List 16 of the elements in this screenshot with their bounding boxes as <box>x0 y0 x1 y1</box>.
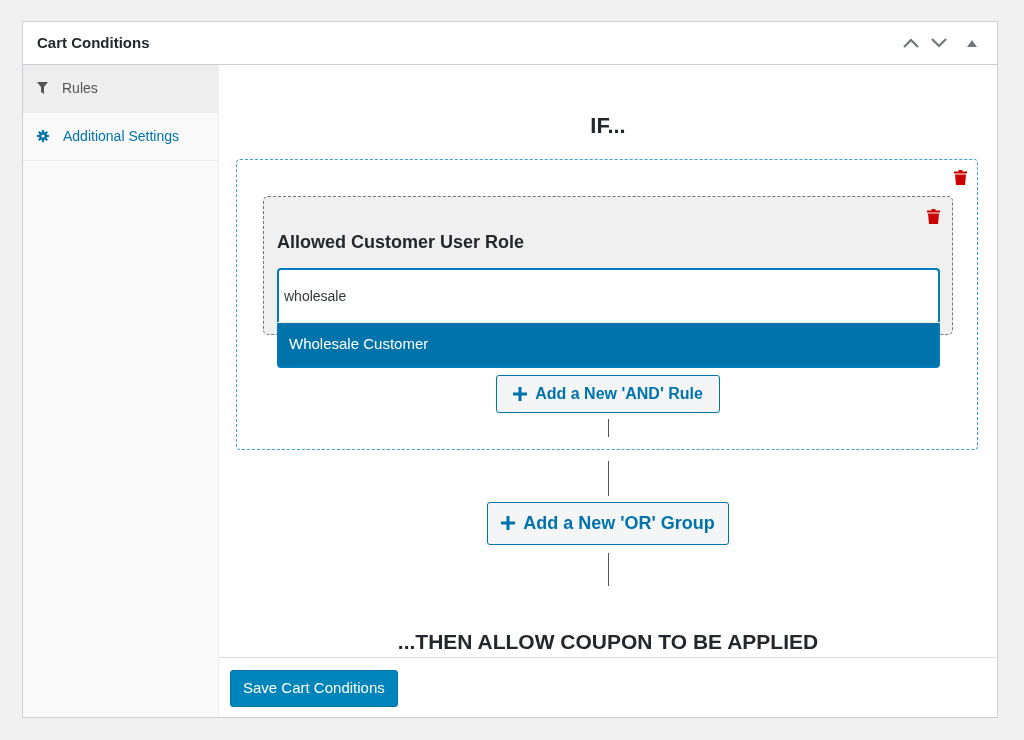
funnel-icon <box>37 81 48 94</box>
add-group-button[interactable]: Add a New 'OR' Group <box>487 501 729 545</box>
panel-title: Cart Conditions <box>37 34 150 52</box>
dropdown-option[interactable]: Wholesale Customer <box>279 323 938 366</box>
trash-icon[interactable] <box>927 209 940 224</box>
rule-title: Allowed Customer User Role <box>277 231 526 254</box>
plus-icon <box>501 516 516 530</box>
trash-icon[interactable] <box>954 170 967 185</box>
gear-icon <box>37 129 49 142</box>
sidebar-item[interactable]: Rules <box>23 65 218 113</box>
condition-result-text: ...THEN ALLOW COUPON TO BE APPLIED <box>397 628 819 655</box>
condition-heading: IF... <box>590 112 626 140</box>
search-field[interactable]: wholesale <box>277 268 940 322</box>
save-button[interactable]: Save Cart Conditions <box>230 670 398 707</box>
add-rule-button[interactable]: Add a New 'AND' Rule <box>496 374 720 413</box>
plus-icon <box>513 386 528 401</box>
